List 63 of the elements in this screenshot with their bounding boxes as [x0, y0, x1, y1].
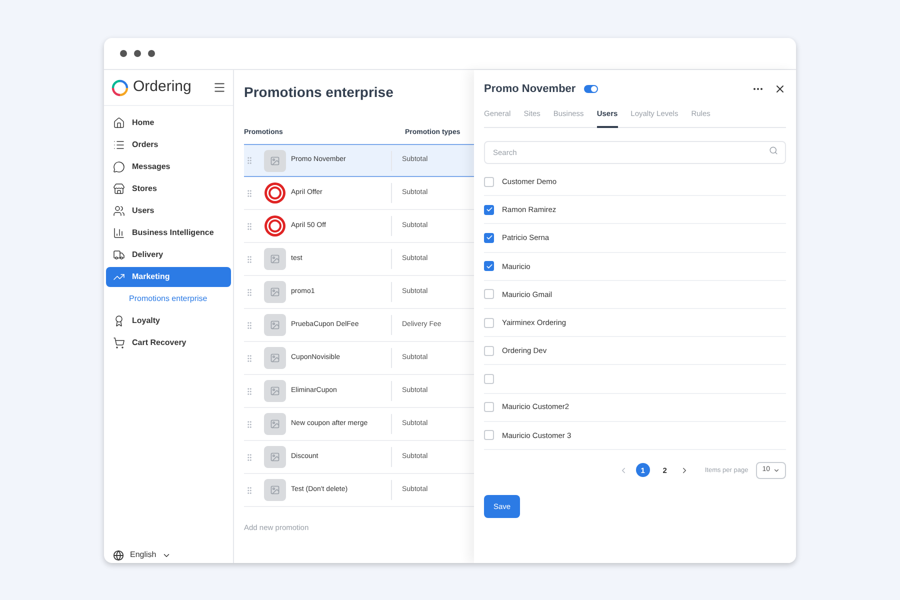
image-placeholder — [264, 281, 286, 303]
checkbox[interactable] — [484, 318, 494, 328]
sidebar-item[interactable]: Orders — [106, 135, 231, 155]
discount-badge-image — [264, 182, 286, 204]
store-icon — [113, 183, 125, 195]
image-placeholder — [264, 446, 286, 468]
drag-handle-icon[interactable] — [245, 254, 254, 264]
sidebar-item[interactable]: Users — [106, 201, 231, 221]
sidebar-item[interactable]: Delivery — [106, 245, 231, 265]
language-selector[interactable]: English — [130, 549, 156, 561]
checkbox[interactable] — [484, 374, 494, 384]
checkbox[interactable] — [484, 232, 494, 243]
sidebar-item[interactable]: Loyalty — [106, 311, 231, 331]
checkbox[interactable] — [484, 261, 494, 272]
drag-handle-icon[interactable] — [245, 320, 254, 330]
sidebar-item[interactable]: Stores — [106, 179, 231, 199]
checkbox[interactable] — [484, 204, 494, 215]
sidebar-item[interactable]: Cart Recovery — [106, 333, 231, 353]
sidebar-item[interactable]: Business Intelligence — [106, 223, 231, 243]
speech-bubble-icon — [113, 161, 125, 173]
close-icon[interactable] — [774, 83, 786, 95]
drag-handle-icon[interactable] — [245, 486, 254, 494]
checkbox[interactable] — [484, 430, 494, 440]
home-icon — [113, 117, 125, 129]
drag-handle-icon[interactable] — [245, 354, 254, 362]
image-placeholder — [264, 413, 286, 435]
cart-icon — [113, 337, 125, 349]
image-placeholder — [264, 314, 286, 336]
truck-icon — [113, 249, 125, 261]
drag-handle-icon[interactable] — [245, 222, 254, 230]
logo-icon — [111, 78, 129, 96]
discount-badge-image — [264, 215, 286, 237]
bar-chart-icon — [113, 227, 125, 239]
drag-handle-icon[interactable] — [245, 386, 254, 396]
sidebar-subitem[interactable]: Promotions enterprise — [106, 289, 231, 309]
drag-handle-icon[interactable] — [245, 288, 254, 296]
globe-icon — [113, 550, 124, 560]
image-placeholder — [264, 248, 286, 270]
sidebar-item[interactable]: Messages — [106, 157, 231, 177]
image-placeholder — [264, 380, 286, 402]
drag-handle-icon[interactable] — [245, 188, 254, 198]
drag-handle-icon[interactable] — [245, 156, 254, 165]
checkbox[interactable] — [484, 289, 494, 300]
trend-line-icon — [113, 271, 125, 283]
panel-title: Promo November — [484, 82, 576, 97]
users-icon — [113, 205, 125, 217]
caret-icon — [773, 466, 780, 474]
image-placeholder — [264, 150, 286, 172]
checkbox[interactable] — [484, 402, 494, 412]
checkbox[interactable] — [484, 176, 494, 187]
toggle-switch[interactable] — [584, 85, 598, 93]
search-icon — [769, 146, 778, 155]
award-icon — [113, 315, 125, 327]
image-placeholder — [264, 479, 286, 501]
page-title: Promotions enterprise — [244, 83, 394, 102]
image-placeholder — [264, 347, 286, 369]
brand-name: Ordering — [133, 77, 192, 98]
drag-handle-icon[interactable] — [245, 420, 254, 428]
drag-handle-icon[interactable] — [245, 452, 254, 462]
sidebar-item[interactable]: Marketing — [106, 267, 231, 287]
checkbox[interactable] — [484, 346, 494, 356]
collapse-menu-icon[interactable] — [213, 81, 226, 94]
sidebar-item[interactable]: Home — [106, 113, 231, 133]
